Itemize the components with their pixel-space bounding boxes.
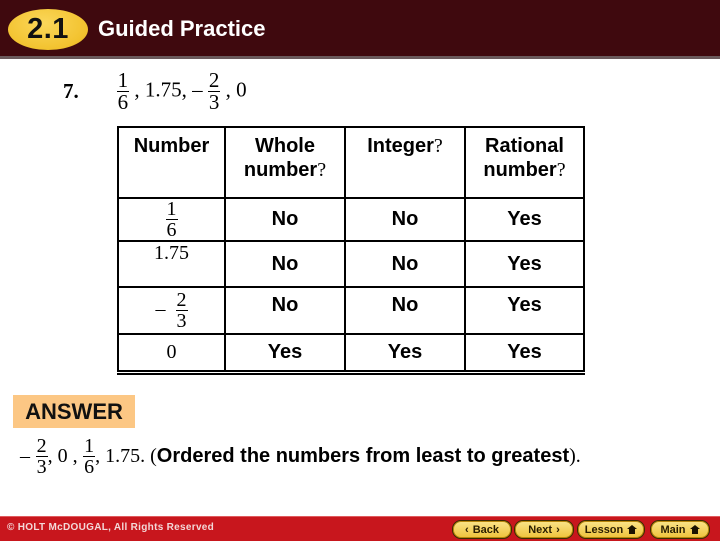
table-header-row: Number Whole number? Integer? Rational n…	[117, 126, 585, 199]
header-integer: Integer?	[344, 126, 466, 199]
fraction-one-sixth: 16	[116, 68, 130, 114]
list-end: , 0	[225, 77, 247, 102]
chevron-left-icon: ‹	[465, 523, 469, 536]
cell-whole: No	[224, 286, 346, 335]
classification-table: Number Whole number? Integer? Rational n…	[117, 126, 585, 375]
cell-integer: No	[344, 240, 466, 288]
lesson-badge: 2.1	[8, 9, 88, 50]
cell-rational: Yes	[464, 333, 585, 375]
cell-rational: Yes	[464, 286, 585, 335]
cell-integer: No	[344, 286, 466, 335]
home-icon	[627, 525, 638, 534]
cell-rational: Yes	[464, 197, 585, 242]
cell-number: 0	[117, 333, 226, 375]
header-rational-number: Rational number?	[464, 126, 585, 199]
cell-rational: Yes	[464, 240, 585, 288]
table-row: –2 3 No No Yes	[117, 286, 585, 335]
table-row: 0 Yes Yes Yes	[117, 333, 585, 375]
next-button[interactable]: Next ›	[514, 520, 574, 539]
cell-integer: No	[344, 197, 466, 242]
answer-label: ANSWER	[13, 395, 135, 428]
list-separator: , 1.75, –	[134, 77, 203, 102]
fraction-two-thirds: 23	[35, 435, 48, 478]
fraction-one-sixth: 16	[165, 198, 178, 241]
answer-text: – 23, 0 , 16, 1.75. (Ordered the numbers…	[20, 435, 581, 478]
cell-number: 16	[117, 197, 226, 242]
problem-number: 7.	[63, 79, 79, 103]
header-whole-number: Whole number?	[224, 126, 346, 199]
cell-whole: Yes	[224, 333, 346, 375]
main-button[interactable]: Main	[650, 520, 710, 539]
fraction-two-thirds: 23	[207, 68, 221, 114]
cell-integer: Yes	[344, 333, 466, 375]
lesson-button[interactable]: Lesson	[577, 520, 645, 539]
answer-explanation: Ordered the numbers from least to greate…	[156, 444, 570, 467]
cell-number: –2 3	[117, 286, 226, 335]
home-icon	[689, 525, 700, 534]
chevron-right-icon: ›	[556, 523, 560, 536]
cell-whole: No	[224, 240, 346, 288]
back-button[interactable]: ‹ Back	[452, 520, 512, 539]
table-row: 1.75 No No Yes	[117, 240, 585, 288]
problem-7: 7. 16 , 1.75, – 23 , 0	[63, 70, 247, 113]
footer-bar: © HOLT McDOUGAL, All Rights Reserved ‹ Ba…	[0, 516, 720, 541]
number-list: 16 , 1.75, – 23 , 0	[116, 68, 247, 114]
table-row: 16 No No Yes	[117, 197, 585, 242]
cell-number: 1.75	[117, 240, 226, 288]
copyright-text: © HOLT McDOUGAL, All Rights Reserved	[7, 522, 215, 533]
fraction-one-sixth: 16	[83, 435, 96, 478]
page-title: Guided Practice	[98, 16, 266, 41]
header-number: Number	[117, 126, 226, 199]
fraction-two-thirds: 23	[175, 289, 188, 332]
cell-whole: No	[224, 197, 346, 242]
header-bar: 2.1 Guided Practice	[0, 0, 720, 59]
